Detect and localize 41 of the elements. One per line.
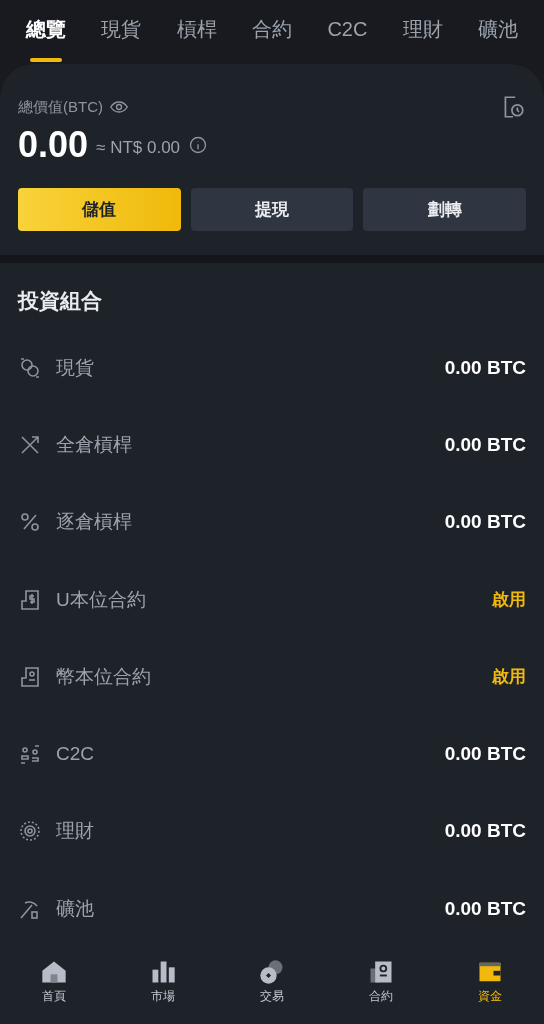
balance-value: 0.00 BTC [444, 820, 526, 843]
dollar-document-icon [18, 587, 42, 612]
tab[interactable]: 合約 [234, 0, 310, 64]
nav-tab[interactable]: 交易 [217, 958, 327, 1005]
tab[interactable]: C2C [309, 0, 386, 64]
action-button[interactable]: 提現 [190, 188, 354, 231]
action-button[interactable]: 儲值 [18, 188, 181, 231]
balance-value: 0.00 BTC [444, 356, 526, 379]
target-icon [18, 819, 42, 844]
tab[interactable]: 總覽 [8, 0, 84, 64]
account-name: 全倉槓桿 [56, 432, 132, 457]
account-name: U本位合約 [56, 587, 146, 612]
account-name: 礦池 [56, 896, 94, 921]
nav-tab[interactable]: 市場 [108, 958, 218, 1005]
tab[interactable]: 理財 [385, 0, 461, 64]
balance-value: 0.00 BTC [444, 743, 526, 766]
action-button[interactable]: 劃轉 [363, 188, 526, 231]
info-icon [188, 135, 209, 155]
tab[interactable]: 槓桿 [158, 0, 235, 64]
balance-value: 0.00 BTC [444, 511, 526, 534]
account-name: 現貨 [56, 355, 94, 380]
section-title: 投資組合 [18, 288, 103, 314]
tab[interactable]: 礦池 [460, 0, 536, 64]
enable-link[interactable]: 啟用 [492, 665, 526, 689]
total-amount: 0.00 [18, 124, 89, 166]
document-icon [18, 664, 42, 689]
spot-icon [18, 355, 42, 380]
nav-tab[interactable]: 資金 [435, 958, 544, 1005]
nav-tab[interactable]: 合約 [326, 958, 436, 1005]
nav-tab[interactable]: 首頁 [0, 958, 109, 1005]
balance-value: 0.00 BTC [444, 433, 526, 456]
account-name: C2C [56, 743, 94, 766]
enable-link[interactable]: 啟用 [492, 588, 526, 612]
people-icon [18, 742, 42, 767]
balance-value: 0.00 BTC [444, 897, 526, 920]
account-name: 逐倉槓桿 [56, 510, 132, 535]
account-name: 幣本位合約 [56, 664, 151, 689]
fiat-amount: ≈ NT$ 0.00 [96, 138, 181, 158]
total-value-label: 總價值(BTC) [18, 97, 103, 117]
tab[interactable]: 現貨 [83, 0, 159, 64]
account-name: 理財 [56, 819, 94, 844]
